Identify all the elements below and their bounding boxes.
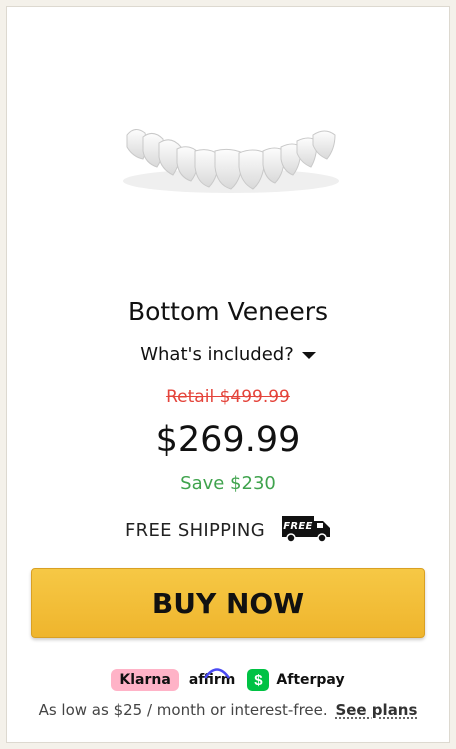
product-title: Bottom Veneers — [127, 297, 329, 326]
affirm-logo: affirm — [189, 668, 235, 688]
savings-text: Save $230 — [180, 473, 276, 494]
truck-free-text: FREE — [283, 521, 312, 532]
see-plans-link[interactable]: See plans — [335, 701, 417, 719]
free-shipping-truck-icon: FREE — [281, 516, 330, 543]
caret-down-icon — [301, 351, 316, 359]
payment-providers: Klarna affirm $ Afterpay — [7, 668, 449, 691]
product-card: Bottom Veneers What's included? Retail $… — [6, 6, 450, 743]
free-shipping-row: FREE SHIPPING FREE — [7, 516, 449, 543]
whats-included-dropdown[interactable]: What's included? — [7, 344, 449, 365]
free-shipping-label: FREE SHIPPING — [125, 520, 265, 541]
affirm-arc-icon — [203, 668, 230, 679]
klarna-logo: Klarna — [111, 669, 179, 691]
afterpay-logo: Afterpay — [276, 672, 345, 688]
financing-text: As low as $25 / month or interest-free. … — [7, 701, 449, 719]
financing-description: As low as $25 / month or interest-free. — [38, 701, 328, 719]
buy-now-button[interactable]: BUY NOW — [31, 568, 425, 638]
cash-app-icon: $ — [247, 669, 270, 691]
sale-price: $269.99 — [155, 420, 301, 460]
retail-price: Retail $499.99 — [166, 387, 290, 407]
bottom-veneers-image — [123, 129, 339, 193]
whats-included-label: What's included? — [140, 344, 294, 365]
